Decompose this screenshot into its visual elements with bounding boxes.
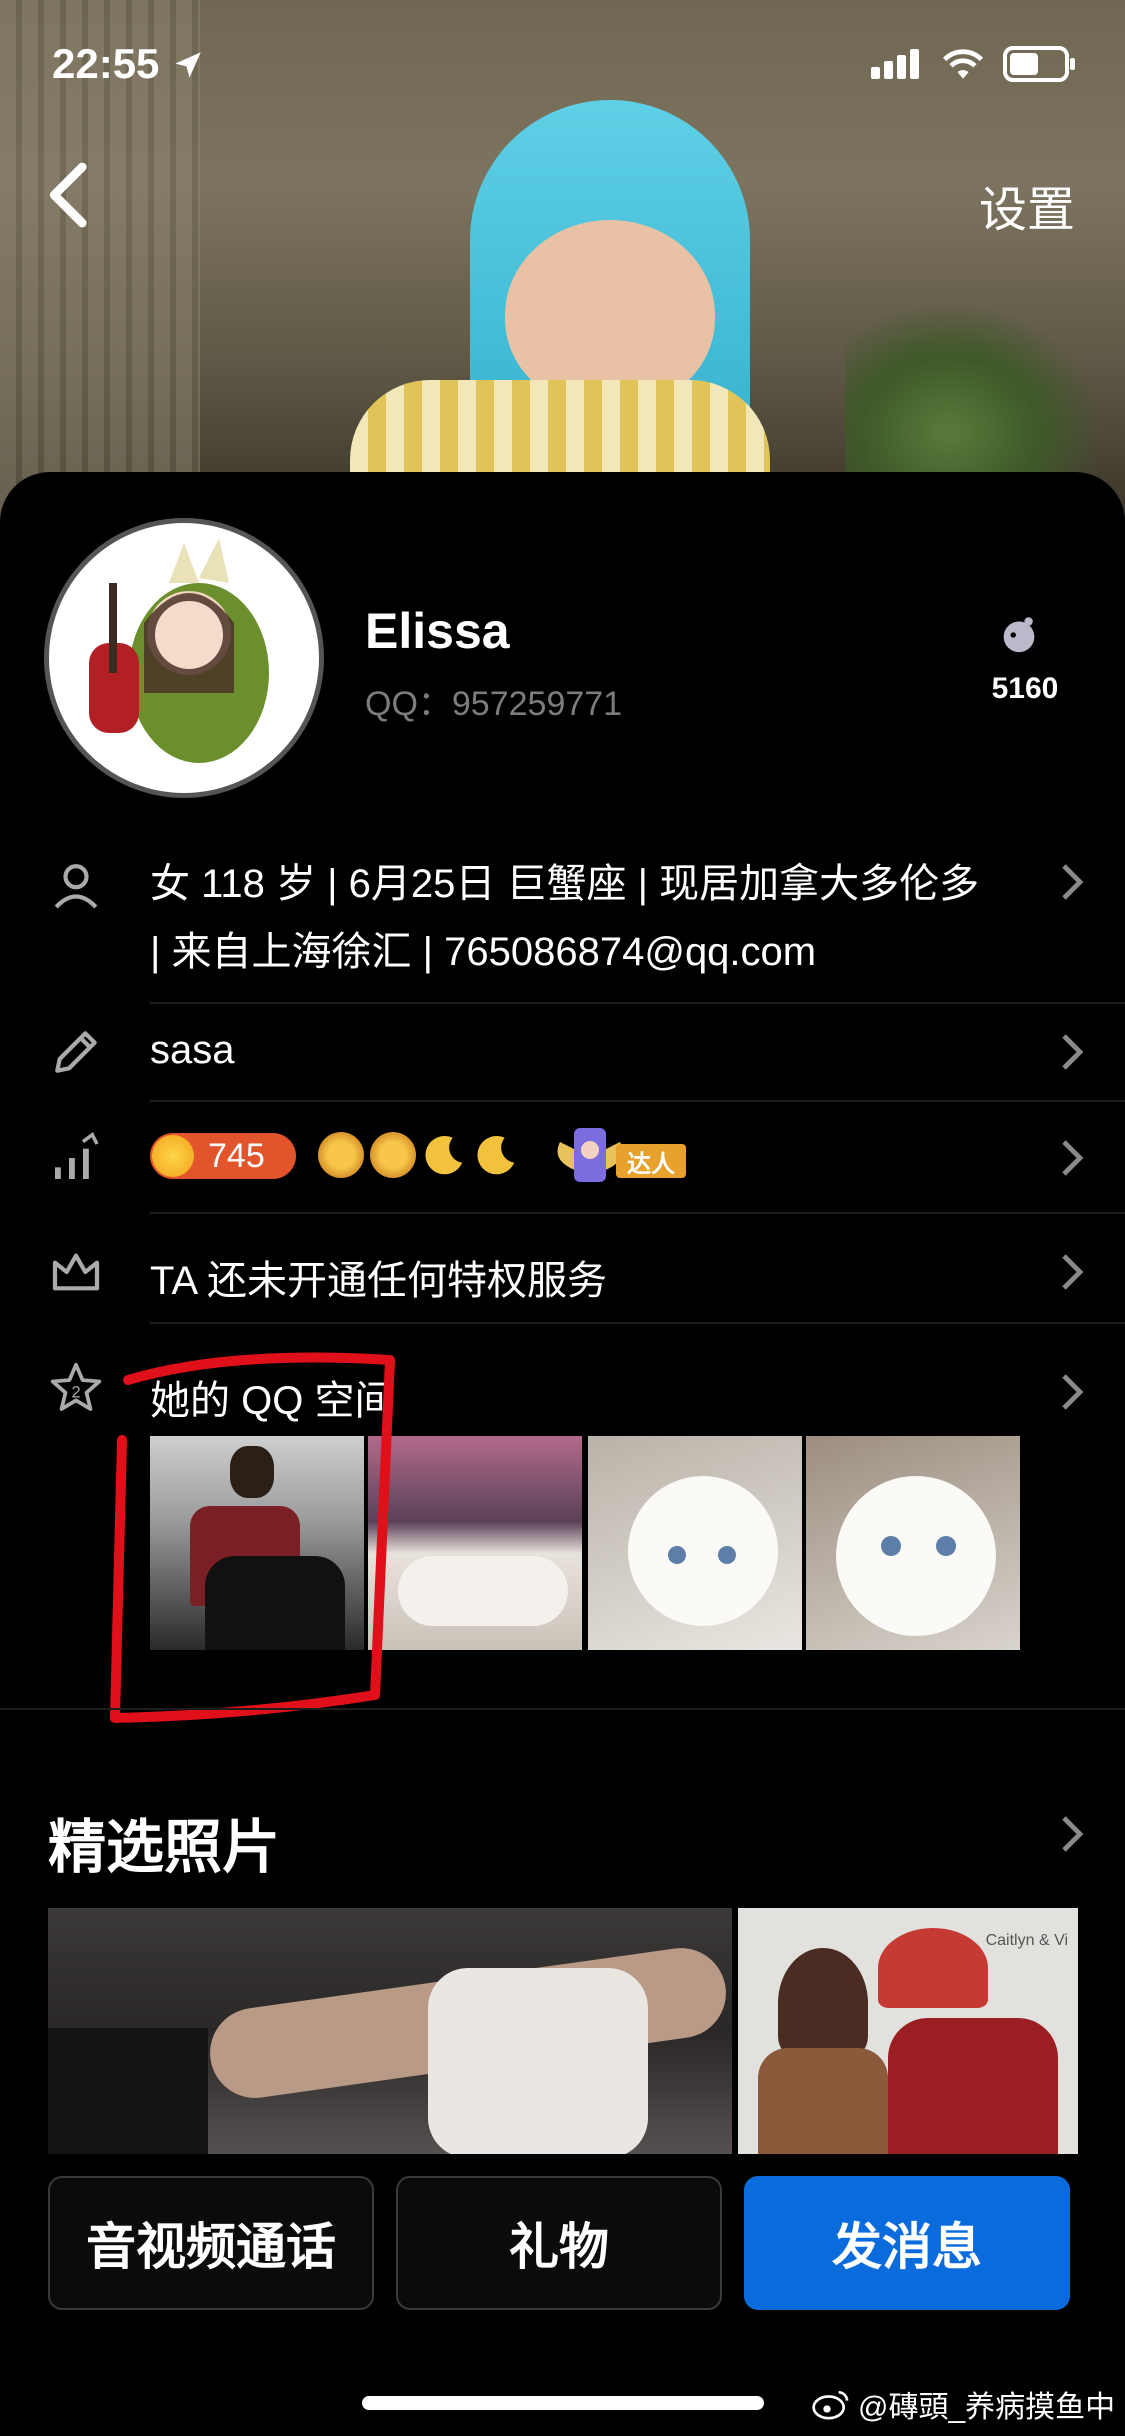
like-icon[interactable] (996, 610, 1042, 656)
divider (150, 1100, 1125, 1102)
star-icon: 2 (50, 1362, 102, 1411)
divider (150, 1002, 1125, 1004)
send-message-button[interactable]: 发消息 (744, 2176, 1070, 2310)
moon-icon (425, 1135, 463, 1175)
qq-number: QQ：957259771 (365, 685, 623, 723)
moon-icon (477, 1135, 515, 1175)
status-indicators (871, 46, 1077, 82)
avatar-illustration (89, 538, 269, 763)
signature-text[interactable]: sasa (150, 1028, 235, 1073)
level-chart-icon (55, 1132, 99, 1179)
home-indicator[interactable] (362, 2396, 764, 2410)
chevron-right-icon (1062, 864, 1084, 900)
chevron-right-icon[interactable] (1057, 1814, 1087, 1854)
level-badge[interactable]: 745 (150, 1133, 296, 1179)
crown-icon (52, 1253, 100, 1291)
battery-icon (1003, 46, 1075, 82)
qzone-photo[interactable] (588, 1436, 802, 1650)
privilege-text[interactable]: TA 还未开通任何特权服务 (150, 1248, 607, 1306)
chevron-right-icon (1062, 1254, 1084, 1290)
featured-photo[interactable]: Caitlyn & Vi (738, 1908, 1078, 2154)
featured-photos-title: 精选照片 (48, 1815, 281, 1880)
video-call-button[interactable]: 音视频通话 (48, 2176, 374, 2310)
qzone-photo[interactable] (806, 1436, 1020, 1650)
divider (150, 1322, 1125, 1324)
chevron-right-icon (1062, 1374, 1084, 1410)
chevron-right-icon (1062, 1034, 1084, 1070)
pencil-icon (55, 1031, 97, 1073)
avatar[interactable] (44, 518, 324, 798)
featured-photo-caption: Caitlyn & Vi (985, 1932, 1068, 1949)
signal-icon (871, 49, 923, 79)
likes-count: 5160 (991, 672, 1059, 705)
settings-button[interactable]: 设置 (979, 170, 1075, 240)
weibo-icon (812, 2391, 849, 2420)
back-chevron-icon[interactable] (40, 160, 100, 230)
divider (150, 1212, 1125, 1214)
divider (0, 1708, 1125, 1710)
gift-button[interactable]: 礼物 (396, 2176, 722, 2310)
expert-badge-label: 达人 (616, 1144, 686, 1178)
chevron-right-icon (1062, 1140, 1084, 1176)
level-badge-value: 745 (208, 1136, 265, 1175)
red-annotation-box (110, 1352, 395, 1723)
person-icon (54, 864, 98, 909)
svg-text:2: 2 (71, 1383, 80, 1401)
profile-info[interactable]: 女 118 岁 | 6月25日 巨蟹座 | 现居加拿大多伦多 | 来自上海徐汇 … (150, 850, 990, 986)
location-arrow-icon (175, 52, 201, 78)
level-icons (318, 1132, 520, 1178)
status-time: 22:55 (52, 40, 205, 88)
watermark: @磚頭_养病摸鱼中 (812, 2382, 1115, 2426)
wifi-icon (942, 49, 984, 79)
sun-icon (318, 1132, 364, 1178)
featured-photo[interactable] (48, 1908, 732, 2154)
profile-name: Elissa (365, 603, 510, 659)
expert-badge[interactable]: 达人 (550, 1122, 690, 1188)
sun-icon (370, 1132, 416, 1178)
